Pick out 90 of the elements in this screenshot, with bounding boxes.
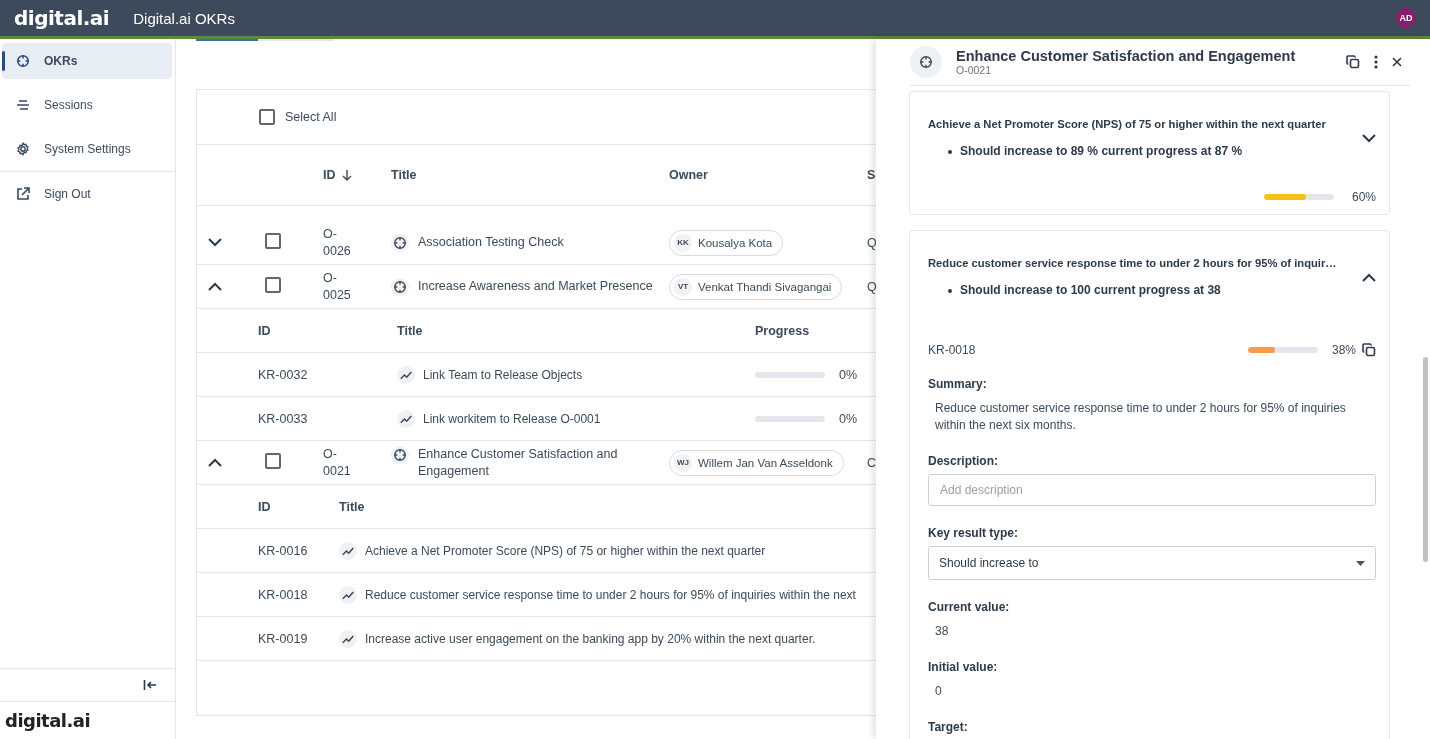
chevron-up-icon[interactable] xyxy=(208,458,222,467)
sidebar-item[interactable]: System Settings xyxy=(2,131,172,167)
trend-icon xyxy=(339,585,357,604)
sort-arrow-icon[interactable] xyxy=(341,169,352,181)
column-header[interactable]: Owner xyxy=(669,168,867,182)
column-header[interactable]: Title xyxy=(391,168,669,182)
table-cell: Q xyxy=(867,279,876,294)
key-result-id: KR-0033 xyxy=(258,411,309,426)
scrollbar[interactable] xyxy=(1423,357,1428,562)
column-header[interactable]: S xyxy=(867,168,876,182)
column-header: Progress xyxy=(755,323,811,338)
field-label: Summary: xyxy=(928,377,988,391)
field-value: 38 xyxy=(935,623,950,640)
key-result-id: KR-0016 xyxy=(258,543,309,558)
column-header: Title xyxy=(339,499,366,514)
checkbox[interactable] xyxy=(265,453,281,469)
logo: digital.ai xyxy=(14,6,110,30)
trend-icon xyxy=(339,629,357,648)
checkbox[interactable] xyxy=(259,109,275,125)
key-result-title: Achieve a Net Promoter Score (NPS) of 75 or higher within the next quarter xyxy=(928,118,1327,130)
app-title: Digital.ai OKRs xyxy=(133,9,235,27)
key-result-id: KR-0019 xyxy=(258,631,309,646)
key-result-id: KR-0018 xyxy=(258,587,309,602)
drawer-title: Enhance Customer Satisfaction and Engagement xyxy=(956,48,1296,64)
more-icon[interactable] xyxy=(1374,55,1378,69)
field-label: Current value: xyxy=(928,600,1011,614)
checkbox[interactable] xyxy=(265,233,281,249)
target-icon xyxy=(16,54,30,68)
settings-icon xyxy=(16,142,30,156)
column-header[interactable]: ID xyxy=(323,168,336,182)
close-icon[interactable] xyxy=(1392,57,1402,67)
chevron-up-icon[interactable] xyxy=(208,282,222,291)
objective-id: O-0025 xyxy=(323,269,352,304)
key-result-detail: Should increase to 89 % current progress at 87 % xyxy=(948,144,1352,158)
chevron-down-icon[interactable] xyxy=(1362,133,1376,143)
key-result-title: Reduce customer service response time to under 2 hours for 95% of inquir… xyxy=(928,257,1338,269)
dropdown-caret-icon[interactable] xyxy=(1356,560,1365,566)
field-label: Description: xyxy=(928,454,999,468)
objective-title[interactable]: Enhance Customer Satisfaction and Engagement xyxy=(418,445,659,480)
column-header: ID xyxy=(258,323,272,338)
select-all-label: Select All xyxy=(285,110,337,124)
objective-id: O-0021 xyxy=(323,445,352,480)
sidebar-item[interactable]: OKRs xyxy=(2,43,172,79)
chevron-down-icon[interactable] xyxy=(208,238,222,247)
objective-title[interactable]: Association Testing Check xyxy=(418,233,564,251)
objective-icon xyxy=(910,46,942,78)
key-result-title[interactable]: Reduce customer service response time to under 2 hours for 95% of inquiries within the next xyxy=(365,587,856,602)
footer-logo: digital.ai xyxy=(4,709,92,733)
field-label: Key result type: xyxy=(928,526,1020,540)
target-icon xyxy=(391,277,409,296)
key-result-id: KR-0018 xyxy=(928,343,976,357)
trend-icon xyxy=(397,365,415,384)
copy-icon[interactable] xyxy=(1346,55,1360,69)
user-avatar[interactable]: AD xyxy=(1396,8,1416,28)
chevron-up-icon[interactable] xyxy=(1362,272,1376,282)
column-header: ID xyxy=(258,499,272,514)
sidebar-item[interactable]: Sessions xyxy=(2,87,172,123)
target-icon xyxy=(391,445,409,464)
key-result-detail: Should increase to 100 current progress at 38 xyxy=(948,283,1352,297)
key-result-title[interactable]: Link Team to Release Objects xyxy=(423,367,583,382)
sidebar-item[interactable]: Sign Out xyxy=(2,176,172,212)
key-result-title[interactable]: Increase active user engagement on the banking app by 20% within the next quarter. xyxy=(365,631,816,646)
table-cell: Q xyxy=(867,235,876,250)
type-dropdown[interactable]: Should increase to xyxy=(928,546,1376,580)
progress-percent: 60% xyxy=(1351,190,1376,204)
progress-percent: 0% xyxy=(839,411,858,426)
progress-percent: 0% xyxy=(839,367,858,382)
drawer-subtitle: O-0021 xyxy=(956,64,993,76)
lines-icon xyxy=(16,99,30,111)
column-header: Title xyxy=(397,323,424,338)
progress-percent: 38% xyxy=(1331,343,1356,357)
field-label: Target: xyxy=(928,720,969,734)
field-label: Initial value: xyxy=(928,660,999,674)
target-icon xyxy=(391,233,409,252)
table-cell: C xyxy=(867,455,876,470)
progress-bar xyxy=(1263,194,1334,200)
objective-id: O-0026 xyxy=(323,225,352,260)
trend-icon xyxy=(339,541,357,560)
key-result-title[interactable]: Achieve a Net Promoter Score (NPS) of 75 or higher within the next quarter xyxy=(365,543,766,558)
collapse-icon[interactable] xyxy=(143,679,157,691)
copy-icon[interactable] xyxy=(1362,343,1376,357)
field-value: Reduce customer service response time to under 2 hours for 95% of inquiries within the next six months. xyxy=(935,400,1347,434)
key-result-id: KR-0032 xyxy=(258,367,309,382)
objective-title[interactable]: Increase Awareness and Market Presence xyxy=(418,277,653,295)
field-value: 0 xyxy=(935,683,943,700)
external-link-icon xyxy=(16,187,30,201)
progress-bar xyxy=(1247,347,1318,353)
key-result-title[interactable]: Link workitem to Release O-0001 xyxy=(423,411,601,426)
checkbox[interactable] xyxy=(265,277,281,293)
trend-icon xyxy=(397,409,415,428)
